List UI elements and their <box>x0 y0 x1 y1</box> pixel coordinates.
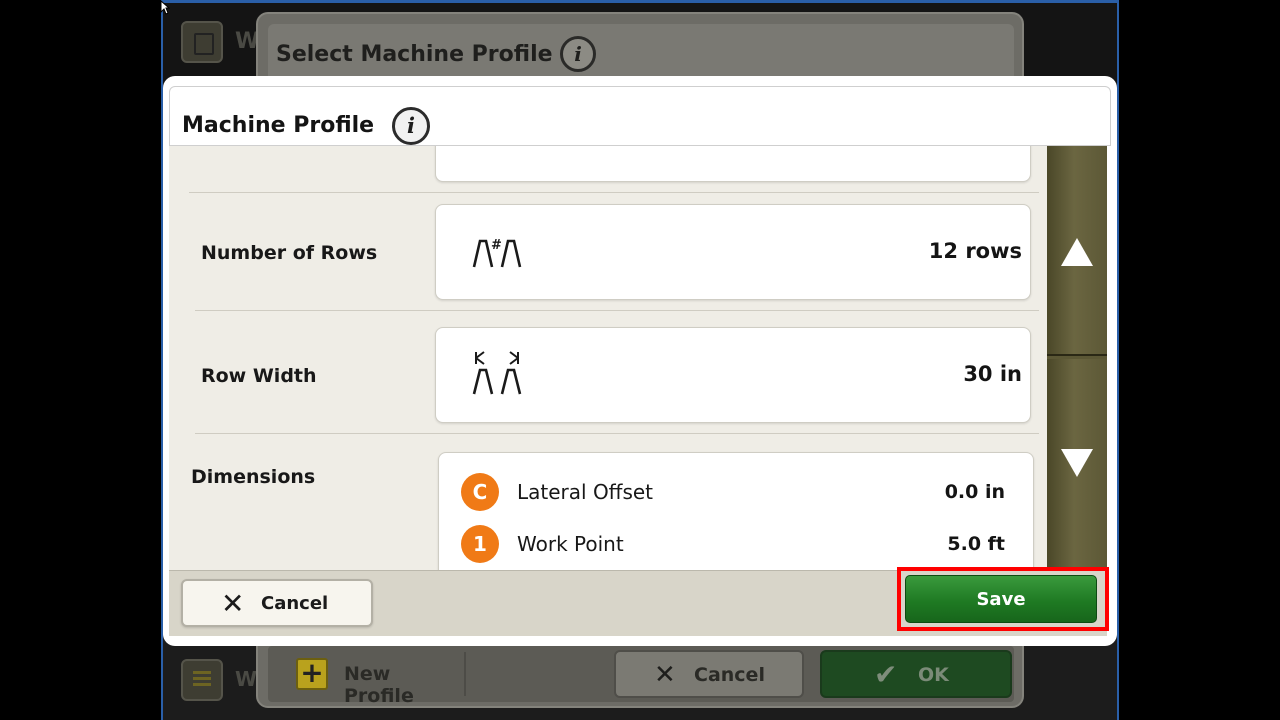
number-of-rows-label: Number of Rows <box>201 242 378 264</box>
row-width-icon <box>472 351 522 395</box>
work-point-label: Work Point <box>517 532 624 556</box>
under-cancel-button: ✕ Cancel <box>614 650 804 698</box>
row-count-icon: # <box>472 238 522 268</box>
profile-settings-list[interactable]: Number of Rows # 12 rows Row Width 30 in… <box>169 146 1047 570</box>
arrow-up-icon <box>1061 238 1093 266</box>
previous-setting-box[interactable] <box>435 146 1031 182</box>
svg-text:#: # <box>491 238 502 253</box>
row-width-label: Row Width <box>201 365 317 387</box>
dimensions-label: Dimensions <box>191 466 316 488</box>
row-separator <box>189 192 1039 193</box>
new-profile-label: New Profile <box>344 663 414 707</box>
background-bottom-label: W <box>235 667 258 691</box>
modal-footer: ✕ Cancel Save <box>169 567 1109 636</box>
lateral-offset-label: Lateral Offset <box>517 480 654 504</box>
row-separator <box>195 433 1039 434</box>
scrollbar[interactable] <box>1047 146 1107 570</box>
plus-icon: + <box>296 658 328 690</box>
new-profile-button: + New Profile <box>288 652 458 707</box>
number-of-rows-field[interactable]: # 12 rows <box>435 204 1031 300</box>
lateral-offset-value: 0.0 in <box>944 481 1005 503</box>
under-dialog-footer: + New Profile ✕ Cancel ✔ OK <box>268 646 1014 707</box>
machine-profile-modal: Machine Profile i Number of Rows # 12 ro… <box>163 76 1117 646</box>
under-dialog-title: Select Machine Profile <box>276 42 553 67</box>
info-icon[interactable]: i <box>392 107 430 145</box>
save-label: Save <box>976 589 1026 610</box>
under-cancel-label: Cancel <box>694 664 765 686</box>
footer-divider <box>464 652 466 696</box>
work-point-badge: 1 <box>461 525 499 563</box>
modal-header: Machine Profile i <box>169 86 1111 146</box>
row-separator <box>195 310 1039 311</box>
lateral-offset-badge: C <box>461 473 499 511</box>
work-setup-icon <box>181 21 223 63</box>
check-icon: ✔ <box>874 658 898 691</box>
dimensions-field[interactable]: C Lateral Offset 0.0 in 1 Work Point 5.0… <box>438 452 1034 570</box>
cancel-button[interactable]: ✕ Cancel <box>181 579 373 627</box>
under-ok-label: OK <box>918 664 949 686</box>
info-icon: i <box>560 36 596 72</box>
arrow-down-icon <box>1061 449 1093 477</box>
cancel-label: Cancel <box>261 593 329 614</box>
row-width-field[interactable]: 30 in <box>435 327 1031 423</box>
modal-title: Machine Profile <box>182 113 375 138</box>
close-icon: ✕ <box>654 660 676 690</box>
under-ok-button: ✔ OK <box>820 650 1012 698</box>
row-width-value: 30 in <box>963 362 1022 386</box>
work-point-value: 5.0 ft <box>947 533 1005 555</box>
mouse-cursor-icon <box>160 0 170 15</box>
scroll-down-button[interactable] <box>1047 359 1107 569</box>
scroll-up-button[interactable] <box>1047 146 1107 356</box>
save-button[interactable]: Save <box>905 575 1097 623</box>
list-icon <box>181 659 223 701</box>
number-of-rows-value: 12 rows <box>928 239 1022 263</box>
close-icon: ✕ <box>221 587 245 620</box>
